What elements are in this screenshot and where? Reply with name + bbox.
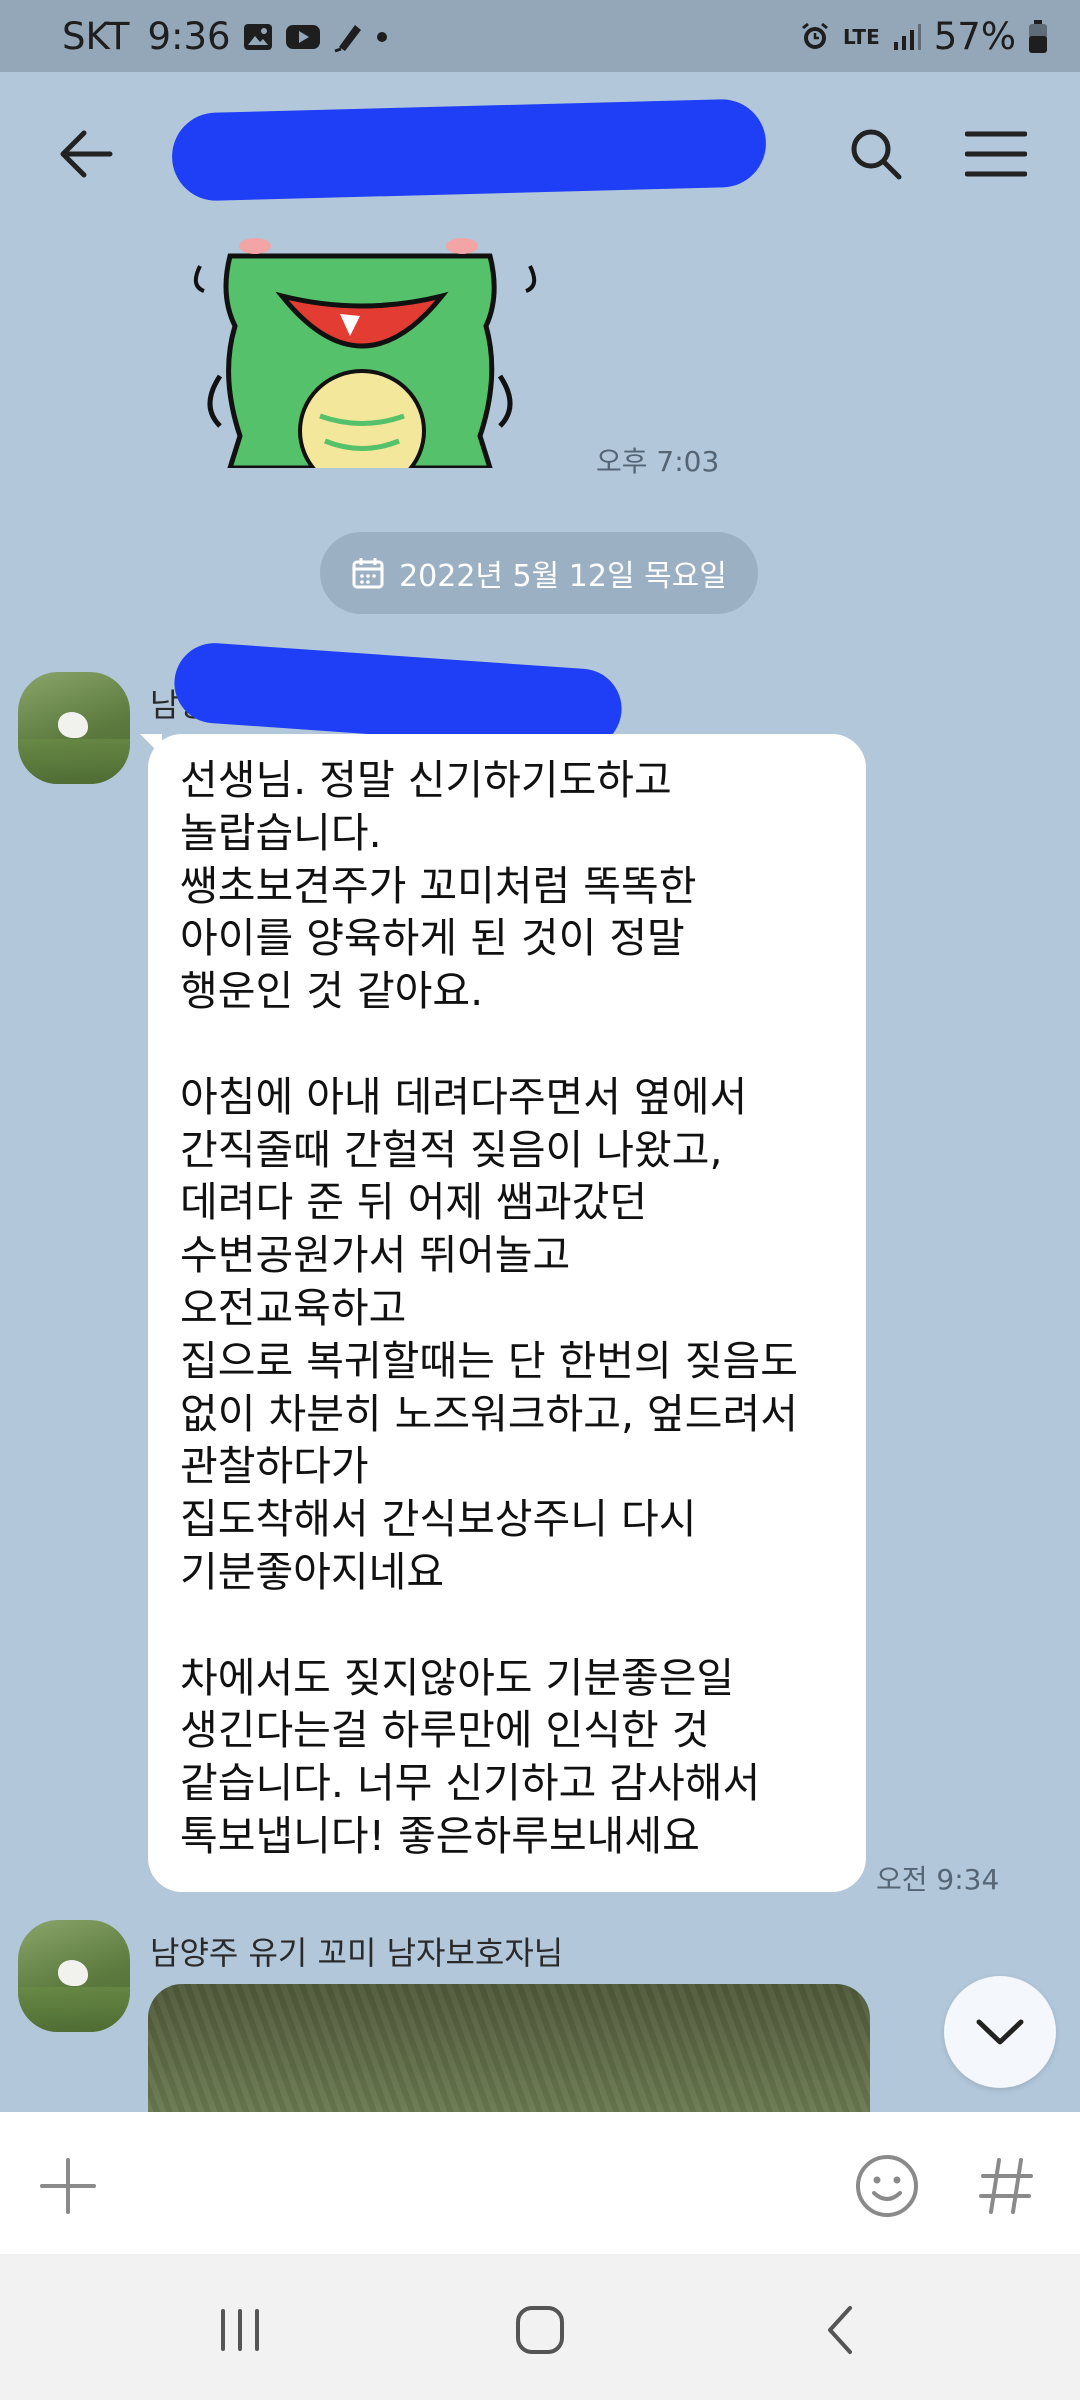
message-line: 차에서도 짖지않아도 기분좋은일: [180, 1653, 735, 1702]
calendar-icon: [352, 558, 384, 589]
message-line: 아이를 양육하게 된 것이 정말: [180, 914, 685, 963]
status-left: SKT 9:36: [62, 15, 389, 58]
message-line: 톡보냅니다! 좋은하루보내세요: [180, 1811, 700, 1860]
sender-avatar[interactable]: [18, 1920, 130, 2032]
pen-notification-icon: [333, 21, 363, 53]
avatar-grass: [18, 1987, 130, 2032]
emoji-button[interactable]: [846, 2146, 928, 2226]
date-divider-label: 2022년 5월 12일 목요일: [399, 559, 727, 594]
back-button[interactable]: [44, 112, 128, 196]
network-type-label: LTE: [843, 24, 880, 49]
message-line: [180, 1018, 860, 1071]
message-line: 간직줄때 간헐적 짖음이 나왔고,: [180, 1125, 723, 1174]
avatar-grass: [18, 739, 130, 784]
message-line: [180, 1599, 860, 1652]
message-line: 쌩초보견주가 꼬미처럼 똑똑한: [180, 861, 697, 910]
message-line: 놀랍습니다.: [180, 808, 382, 857]
message-line: 선생님. 정말 신기하기도하고: [180, 756, 672, 804]
sticker-dinosaur[interactable]: [190, 236, 560, 493]
avatar-dog: [58, 1960, 88, 1986]
message-line: 수변공원가서 뛰어놀고: [180, 1231, 571, 1280]
plus-icon: [40, 2158, 96, 2214]
gallery-notification-icon: [243, 23, 273, 51]
hashtag-icon: [979, 2158, 1033, 2214]
search-button[interactable]: [834, 112, 918, 196]
recents-icon: [221, 2309, 259, 2351]
home-button[interactable]: [500, 2290, 580, 2370]
message-input-field[interactable]: [130, 2132, 830, 2232]
sender-name: 남양주 유기 꼬미 남자보호자님: [150, 1934, 564, 1972]
signal-icon: [892, 22, 922, 52]
message-input-bar: [0, 2112, 1080, 2254]
battery-icon: [1028, 19, 1048, 54]
sender-avatar[interactable]: [18, 672, 130, 784]
nav-back-icon: [828, 2306, 852, 2354]
hamburger-menu-icon: [965, 131, 1027, 177]
chevron-down-icon: [976, 2019, 1024, 2045]
message-line: 아침에 아내 데려다주면서 옆에서: [180, 1072, 748, 1121]
message-line: 없이 차분히 노즈워크하고, 엎드려서: [180, 1389, 798, 1438]
chat-header: [0, 72, 1080, 242]
message-line: 집도착해서 간식보상주니 다시: [180, 1495, 697, 1544]
alarm-icon: [799, 21, 831, 53]
carrier-label: SKT: [62, 15, 130, 58]
recents-button[interactable]: [200, 2290, 280, 2370]
home-icon: [516, 2306, 564, 2354]
dinosaur-sticker-image: [193, 238, 537, 493]
search-icon: [851, 129, 902, 180]
message-line: 오전교육하고: [180, 1283, 407, 1332]
chat-title-redaction: [170, 98, 768, 202]
hashtag-button[interactable]: [966, 2146, 1048, 2226]
scroll-to-bottom-button[interactable]: [944, 1976, 1056, 2088]
avatar-dog: [58, 712, 88, 738]
date-divider: 2022년 5월 12일 목요일: [320, 532, 758, 614]
message-timestamp: 오전 9:34: [876, 1863, 1000, 1896]
message-line: 생긴다는걸 하루만에 인식한 것: [180, 1706, 710, 1755]
message-text: 선생님. 정말 신기하기도하고 놀랍습니다. 쌩초보견주가 꼬미처럼 똑똑한 아…: [180, 754, 860, 1863]
add-attachment-button[interactable]: [30, 2148, 106, 2224]
message-line: 데려다 준 뒤 어제 쌤과갔던: [180, 1178, 648, 1227]
status-bar: SKT 9:36 LTE 57%: [0, 0, 1080, 72]
more-notifications-dot-icon: [375, 30, 389, 44]
clock: 9:36: [147, 15, 231, 58]
menu-button[interactable]: [952, 112, 1040, 196]
message-line: 집으로 복귀할때는 단 한번의 짖음도: [180, 1336, 798, 1385]
status-right: LTE 57%: [799, 15, 1048, 58]
photo-message[interactable]: [148, 1984, 870, 2114]
message-line: 기분좋아지네요: [180, 1547, 445, 1596]
nav-back-button[interactable]: [800, 2290, 880, 2370]
message-line: 관찰하다가: [180, 1442, 369, 1491]
youtube-notification-icon: [285, 23, 321, 51]
message-line: 같습니다. 너무 신기하고 감사해서: [180, 1759, 761, 1808]
emoji-icon: [856, 2155, 918, 2217]
back-arrow-icon: [60, 130, 113, 178]
battery-percent: 57%: [933, 15, 1016, 58]
system-navigation-bar: [0, 2254, 1080, 2400]
message-line: 행운인 것 같아요.: [180, 967, 484, 1016]
sticker-timestamp: 오후 7:03: [596, 445, 720, 478]
